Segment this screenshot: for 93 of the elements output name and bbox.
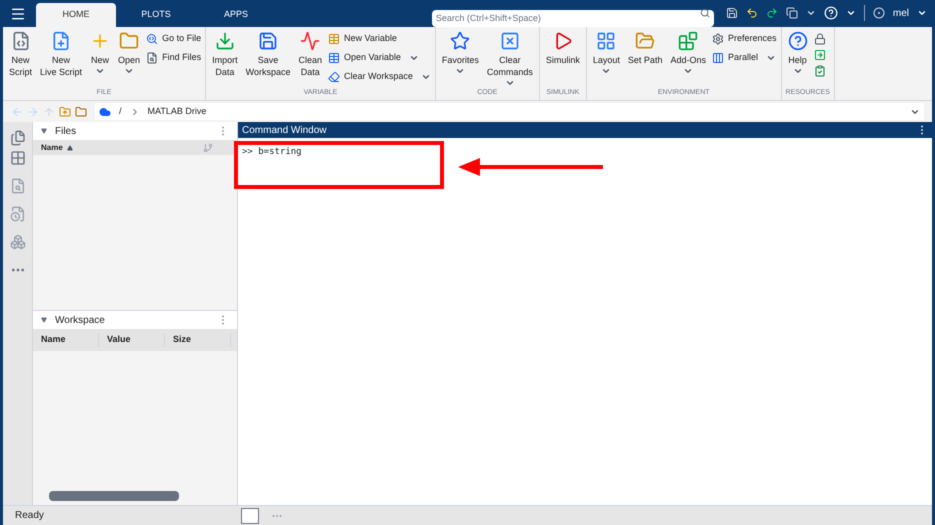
ribbon-tab[interactable]: HOME — [36, 3, 116, 27]
window-icon[interactable] — [241, 508, 259, 524]
caret-icon — [917, 8, 927, 18]
ribbon-button[interactable]: Layout — [590, 31, 622, 88]
ribbon-button[interactable]: Clean Data — [296, 31, 324, 88]
layout-icon — [596, 31, 616, 51]
caret-icon — [846, 8, 856, 18]
column-header[interactable]: Name — [41, 142, 63, 154]
file-search-icon[interactable] — [10, 178, 26, 194]
clear-icon — [328, 71, 340, 83]
cubes-icon[interactable] — [10, 234, 26, 250]
folder-icon — [635, 31, 656, 51]
ribbon-button[interactable]: Go to File — [146, 31, 202, 47]
ribbon-button[interactable]: New — [88, 31, 112, 88]
ribbon-button[interactable]: Import Data — [210, 31, 240, 88]
ribbon-button[interactable]: Open Variable — [328, 50, 431, 66]
ribbon-button[interactable]: Add-Ons — [668, 31, 708, 88]
redo-icon[interactable] — [766, 7, 778, 19]
panel-title: Files — [55, 124, 76, 138]
help-icon[interactable] — [824, 6, 838, 20]
files-icon[interactable] — [10, 130, 26, 146]
command-line[interactable]: >> b=string — [242, 146, 928, 160]
caret-icon — [504, 78, 515, 88]
caret-icon — [792, 66, 803, 76]
ribbon-button[interactable]: Open — [116, 31, 142, 88]
folder-icon[interactable] — [75, 106, 87, 118]
collapse-icon[interactable] — [41, 317, 47, 323]
folder-icon[interactable] — [59, 106, 71, 118]
ribbon-button[interactable]: New Script — [7, 31, 34, 88]
search-field[interactable]: Search (Ctrl+Shift+Space) — [432, 10, 714, 26]
caret-icon — [455, 66, 466, 76]
grid-icon[interactable] — [10, 150, 26, 166]
find-icon — [146, 52, 158, 64]
ribbon-button[interactable]: New Live Script — [38, 31, 84, 88]
path-separator: / — [119, 104, 122, 118]
account-icon[interactable] — [872, 7, 885, 19]
script-icon — [10, 31, 30, 51]
column-header[interactable]: Size — [165, 333, 231, 347]
lock-icon[interactable] — [814, 33, 826, 45]
panel-title: Command Window — [242, 124, 326, 138]
ribbon-button[interactable]: Clear Workspace — [328, 69, 431, 85]
save-icon[interactable] — [726, 7, 738, 19]
clear-icon — [500, 31, 520, 51]
ribbon-button[interactable]: Clear Commands — [484, 31, 535, 88]
path-field[interactable]: / MATLAB Drive — [95, 103, 924, 120]
caret-icon — [95, 66, 106, 76]
caret-icon — [420, 72, 431, 82]
ribbon-button[interactable]: Set Path — [626, 31, 664, 88]
column-header[interactable]: Value — [99, 333, 165, 347]
gear-icon — [712, 33, 724, 45]
file-search-icon — [146, 33, 158, 45]
ribbon-tab[interactable]: PLOTS — [116, 3, 196, 27]
new-variable-icon — [328, 33, 340, 45]
caret-icon — [806, 8, 816, 18]
collapse-icon[interactable] — [41, 128, 47, 134]
caret-icon — [408, 53, 419, 63]
ribbon-tab[interactable]: APPS — [196, 3, 276, 27]
scrollbar[interactable] — [49, 491, 179, 501]
path-folder[interactable]: MATLAB Drive — [148, 104, 206, 118]
status-text: Ready — [14, 509, 45, 523]
ribbon-button[interactable]: Find Files — [146, 50, 202, 66]
parallel-icon — [712, 52, 724, 64]
ribbon-button[interactable]: Help — [786, 31, 810, 88]
cubes-icon — [678, 31, 698, 51]
clipboard-icon[interactable] — [814, 65, 826, 77]
ribbon-button[interactable]: Preferences — [712, 31, 777, 47]
caret-icon — [601, 66, 612, 76]
search-icon — [700, 8, 710, 18]
caret-icon — [683, 66, 694, 76]
sort-up-icon — [66, 144, 73, 150]
user-name[interactable]: mel — [892, 6, 909, 20]
column-header[interactable]: Name — [33, 333, 99, 347]
folder-icon — [119, 31, 140, 51]
caret-icon — [124, 66, 134, 76]
chart-icon — [300, 31, 320, 51]
ribbon-button[interactable]: Parallel — [712, 50, 777, 66]
ribbon-button[interactable]: Save Workspace — [244, 31, 292, 88]
branch-icon[interactable] — [203, 142, 213, 152]
open-variable-icon — [328, 52, 340, 64]
ribbon-button[interactable]: Simulink — [544, 31, 582, 88]
help-icon — [788, 31, 808, 51]
cloud-icon — [99, 106, 111, 118]
ribbon-button[interactable]: Favorites — [440, 31, 481, 88]
window-icon[interactable] — [786, 7, 798, 19]
live-script-icon — [51, 31, 72, 51]
download-icon — [214, 31, 235, 51]
ribbon-button[interactable]: New Variable — [328, 31, 431, 47]
undo-icon[interactable] — [746, 7, 758, 19]
history-icon[interactable] — [10, 206, 26, 222]
save-icon — [258, 31, 278, 51]
panel-title: Workspace — [55, 314, 105, 328]
star-icon — [450, 31, 470, 51]
caret-icon — [766, 53, 776, 63]
